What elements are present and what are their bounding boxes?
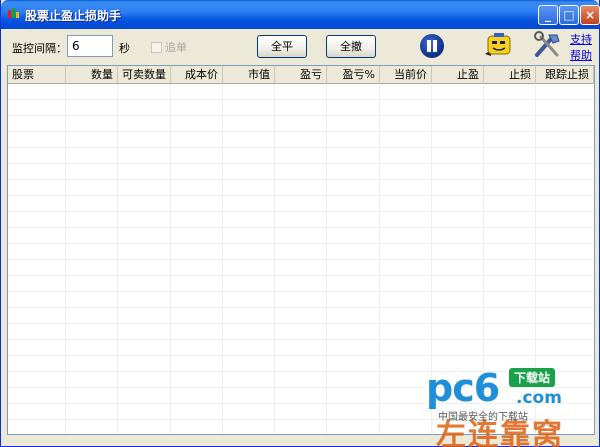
- app-icon: [8, 8, 19, 18]
- column-header-current-price[interactable]: 当前价: [380, 66, 432, 84]
- row-divider: [8, 163, 594, 164]
- watermark-slogan: 中国最安全的下载站: [438, 412, 528, 423]
- column-divider: [170, 84, 171, 434]
- column-header-sellable-quantity[interactable]: 可卖数量: [118, 66, 171, 84]
- cancel-all-button[interactable]: 全撤: [326, 35, 376, 58]
- row-divider: [8, 131, 594, 132]
- row-divider: [8, 259, 594, 260]
- minimize-button[interactable]: _: [538, 5, 558, 25]
- column-header-trailing-stop[interactable]: 跟踪止损: [536, 66, 594, 84]
- column-header-profit-loss-percent[interactable]: 盈亏%: [327, 66, 380, 84]
- help-link[interactable]: 帮助: [570, 47, 592, 63]
- checkbox-box[interactable]: [151, 42, 162, 53]
- row-divider: [8, 195, 594, 196]
- close-button[interactable]: ×: [580, 5, 600, 25]
- column-divider: [326, 84, 327, 434]
- table-header: 股票 数量 可卖数量 成本价 市值 盈亏 盈亏% 当前价 止盈 止损 跟踪止损: [8, 66, 594, 84]
- row-divider: [8, 211, 594, 212]
- column-header-profit-loss[interactable]: 盈亏: [275, 66, 327, 84]
- column-header-stop-loss[interactable]: 止损: [484, 66, 536, 84]
- column-divider: [379, 84, 380, 434]
- follow-order-label: 追单: [165, 41, 187, 54]
- watermark-brand: pc6: [426, 366, 500, 410]
- row-divider: [8, 243, 594, 244]
- row-divider: [8, 275, 594, 276]
- column-header-take-profit[interactable]: 止盈: [432, 66, 484, 84]
- column-header-quantity[interactable]: 数量: [66, 66, 118, 84]
- pause-icon[interactable]: [420, 34, 444, 58]
- row-divider: [8, 355, 594, 356]
- interval-input[interactable]: 6: [67, 35, 113, 57]
- column-header-market-value[interactable]: 市值: [223, 66, 275, 84]
- row-divider: [8, 307, 594, 308]
- column-divider: [65, 84, 66, 434]
- interval-label: 监控间隔：: [12, 42, 67, 55]
- row-divider: [8, 115, 594, 116]
- row-divider: [8, 227, 594, 228]
- column-divider: [274, 84, 275, 434]
- support-link[interactable]: 支持: [570, 31, 592, 47]
- column-divider: [222, 84, 223, 434]
- seconds-label: 秒: [119, 42, 130, 55]
- window-title: 股票止盈止损助手: [25, 9, 122, 23]
- column-header-cost-price[interactable]: 成本价: [171, 66, 223, 84]
- follow-order-checkbox[interactable]: 追单: [151, 39, 187, 55]
- row-divider: [8, 179, 594, 180]
- column-divider: [117, 84, 118, 434]
- column-header-stock[interactable]: 股票: [8, 66, 66, 84]
- watermark-tag: 下载站: [509, 368, 556, 387]
- title-bar[interactable]: 股票止盈止损助手 _ □ ×: [1, 0, 600, 29]
- tools-icon[interactable]: [533, 31, 563, 59]
- main-window: 股票止盈止损助手 _ □ × 监控间隔： 6 秒 追单 全平 全撤 支持 帮助 …: [0, 0, 600, 447]
- maximize-button[interactable]: □: [559, 5, 579, 25]
- watermark-domain: .com: [516, 388, 562, 408]
- row-divider: [8, 147, 594, 148]
- close-all-button[interactable]: 全平: [257, 35, 307, 58]
- row-divider: [8, 323, 594, 324]
- emoji-face-icon[interactable]: [483, 32, 513, 58]
- row-divider: [8, 339, 594, 340]
- row-divider: [8, 99, 594, 100]
- watermark-logo: pc6 下载站 .com 左连靠窝 中国最安全的下载站: [426, 366, 596, 447]
- row-divider: [8, 291, 594, 292]
